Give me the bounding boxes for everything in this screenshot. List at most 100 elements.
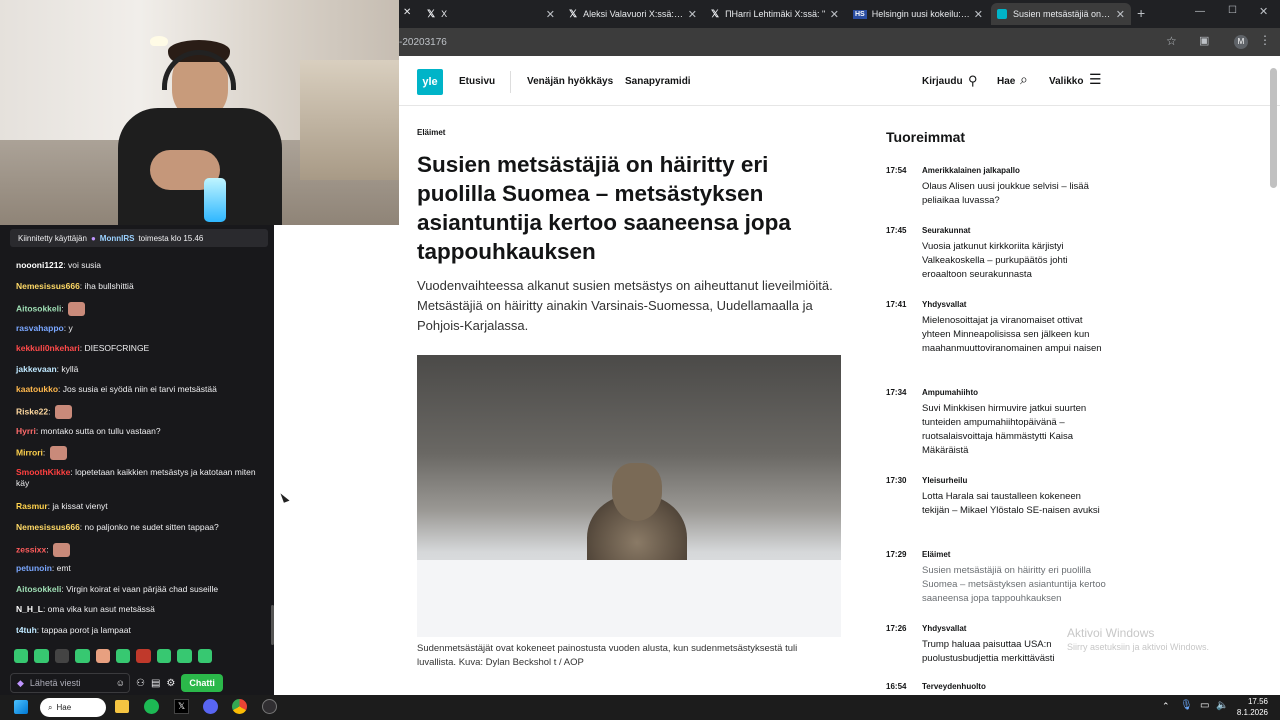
new-tab-button[interactable]: + [1137, 5, 1145, 21]
chat-username[interactable]: t4tuh [16, 625, 37, 635]
chat-username[interactable]: Mirrori [16, 447, 43, 457]
tab-close-icon[interactable]: ✕ [688, 8, 697, 21]
chat-username[interactable]: zessixx [16, 544, 46, 554]
chat-username[interactable]: noooni1212 [16, 260, 63, 270]
latest-title[interactable]: Susien metsästäjiä on häiritty eri puoli… [922, 564, 1107, 606]
network-icon[interactable]: ▭ [1200, 700, 1209, 711]
emote-icon[interactable] [197, 649, 213, 663]
emote-icon[interactable] [34, 649, 49, 663]
pinned-user[interactable]: MonnIRS [100, 234, 135, 243]
emote-icon[interactable] [14, 649, 29, 663]
chat-username[interactable]: kaatoukko [16, 384, 58, 394]
emoji-icon[interactable]: ☺ [116, 678, 125, 688]
chat-username[interactable]: Hyrri [16, 426, 36, 436]
chat-send-button[interactable]: Chatti [181, 674, 223, 692]
tab-close-icon[interactable]: ✕ [403, 7, 411, 18]
latest-title[interactable]: Mielenosoittajat ja viranomaiset ottivat… [922, 314, 1107, 356]
microphone-icon[interactable]: 🎙 [1180, 700, 1193, 711]
address-bar: -20203176 ☆ ▣ M ⋮ [399, 28, 1280, 56]
latest-title[interactable]: Olaus Alisen uusi joukkue selvisi – lisä… [922, 180, 1107, 208]
chat-username[interactable]: Riske22 [16, 406, 48, 416]
browser-tab[interactable]: HS Helsingin uusi kokeilu: Alfa ✕ [847, 3, 989, 25]
windows-start-icon[interactable] [14, 700, 28, 714]
chat-username[interactable]: rasvahappo [16, 323, 64, 333]
x-app-icon[interactable]: 𝕏 [174, 699, 189, 714]
maximize-button[interactable]: ☐ [1228, 5, 1237, 16]
chat-text: montako sutta on tullu vastaan? [40, 426, 161, 436]
browser-tab[interactable]: 𝕏 Aleksi Valavuori X:ssä: "Esit ✕ [563, 3, 703, 25]
page-scrollbar[interactable] [1270, 68, 1277, 188]
chat-username[interactable]: petunoin [16, 563, 52, 573]
extensions-icon[interactable]: ▣ [1199, 34, 1209, 47]
latest-title[interactable]: Suvi Minkkisen hirmuvire jatkui suurten … [922, 402, 1107, 458]
chat-message: rasvahappo: y [16, 323, 266, 334]
tab-close-icon[interactable]: ✕ [546, 8, 555, 21]
emote-icon[interactable] [116, 649, 131, 663]
chrome-icon[interactable] [232, 699, 247, 714]
close-window-button[interactable]: ✕ [1259, 5, 1268, 18]
latest-title[interactable]: Vuosia jatkunut kirkkoriita kärjistyi Va… [922, 240, 1107, 282]
yle-favicon [997, 9, 1007, 19]
url-text[interactable]: -20203176 [399, 37, 447, 48]
chat-username[interactable]: Rasmur [16, 501, 48, 511]
chat-username[interactable]: Aitosokkeli [16, 584, 61, 594]
tray-chevron-icon[interactable]: ⌃ [1162, 701, 1170, 712]
user-icon[interactable]: ⚲ [968, 73, 978, 89]
nav-etusivu[interactable]: Etusivu [459, 76, 495, 87]
search-icon[interactable]: ⌕ [1020, 71, 1028, 88]
chat-text: DIESOFCRINGE [84, 343, 150, 353]
taskbar-clock[interactable]: 17.56 8.1.2026 [1236, 696, 1268, 718]
browser-tab-active[interactable]: Susien metsästäjiä on häiri ✕ [991, 3, 1131, 25]
chat-separator: : [48, 406, 53, 417]
spotify-icon[interactable] [144, 699, 159, 714]
article-headline: Susien metsästäjiä on häiritty eri puoli… [417, 152, 791, 264]
latest-title[interactable]: Lotta Harala sai taustalleen kokeneen te… [922, 490, 1107, 518]
chat-username[interactable]: kekkuli0nkehari [16, 343, 80, 353]
chat-message: t4tuh: tappaa porot ja lampaat [16, 625, 266, 636]
browser-tab[interactable]: 𝕏 ПHarri Lehtimäki X:ssä: " ✕ [705, 3, 845, 25]
discord-icon[interactable] [203, 699, 218, 714]
search-link[interactable]: Hae [997, 76, 1015, 87]
emote-icon[interactable] [136, 649, 151, 663]
taskbar-search[interactable]: ⌕ Hae [40, 698, 106, 717]
browser-tab[interactable]: 𝕏 X ✕ [421, 3, 561, 25]
article-category[interactable]: Eläimet [417, 128, 445, 137]
obs-icon[interactable] [262, 699, 277, 714]
x-logo-icon: 𝕏 [711, 8, 720, 20]
emote-icon[interactable] [54, 649, 70, 663]
tab-close-icon[interactable]: ✕ [1116, 8, 1125, 21]
emote-icon[interactable] [75, 649, 90, 663]
nav-sanapyramidi[interactable]: Sanapyramidi [625, 76, 691, 87]
volume-icon[interactable]: 🔈 [1216, 700, 1228, 711]
hamburger-menu-icon[interactable]: ☰ [1089, 71, 1102, 88]
x-logo-icon: 𝕏 [569, 8, 578, 20]
chat-username[interactable]: Aitosokkeli [16, 303, 61, 313]
file-explorer-icon[interactable] [115, 700, 129, 713]
profile-avatar[interactable]: M [1234, 35, 1248, 49]
tab-close-icon[interactable]: ✕ [974, 8, 983, 21]
chat-message: Aitosokkeli: Virgin koirat ei vaan pärjä… [16, 584, 266, 595]
emote-icon[interactable] [156, 649, 172, 663]
chat-username[interactable]: Nemesissus666 [16, 281, 80, 291]
browser-menu-icon[interactable]: ⋮ [1259, 33, 1271, 47]
emote-icon[interactable] [177, 649, 192, 663]
menu-link[interactable]: Valikko [1049, 76, 1083, 87]
stream-chat-panel: Kiinnitetty käyttäjän ● MonnIRS toimesta… [0, 225, 274, 720]
bookmark-star-icon[interactable]: ☆ [1166, 34, 1177, 48]
minimize-button[interactable]: — [1195, 6, 1205, 17]
bits-icon: ◆ [17, 677, 24, 688]
tab-close-icon[interactable]: ✕ [830, 8, 839, 21]
yle-logo[interactable]: yle [417, 69, 443, 95]
chat-input[interactable]: ◆ Lähetä viesti ☺ [10, 673, 130, 693]
emote-icon[interactable] [95, 649, 111, 663]
chat-settings-icon[interactable]: ⚙ [166, 678, 175, 689]
chat-username[interactable]: N_H_L [16, 604, 43, 614]
store-icon[interactable]: ▤ [151, 678, 160, 689]
login-link[interactable]: Kirjaudu [922, 76, 963, 87]
nav-venajan-hyokkays[interactable]: Venäjän hyökkäys [527, 76, 613, 87]
chat-username[interactable]: Nemesissus666 [16, 522, 80, 532]
latest-category: Terveydenhuolto [922, 682, 986, 691]
chat-username[interactable]: SmoothKikke [16, 467, 70, 477]
channel-points-icon[interactable]: ⚇ [136, 678, 145, 689]
chat-username[interactable]: jakkevaan [16, 364, 57, 374]
